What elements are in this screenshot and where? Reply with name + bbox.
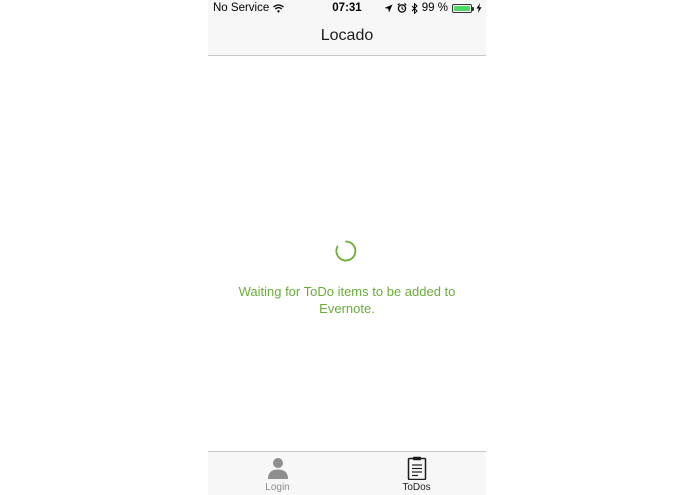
tab-bar: Login ToDos (208, 451, 486, 495)
bluetooth-icon (411, 2, 418, 14)
battery-icon (452, 3, 474, 13)
loading-spinner-icon (335, 240, 357, 262)
main-content: Waiting for ToDo items to be added to Ev… (208, 56, 486, 451)
waiting-message: Waiting for ToDo items to be added to Ev… (238, 284, 456, 316)
status-indicators: 99 % (384, 2, 482, 14)
clipboard-icon (407, 456, 426, 480)
tab-todos-label: ToDos (402, 482, 431, 493)
battery-percentage: 99 % (421, 2, 448, 14)
location-arrow-icon (384, 4, 393, 12)
status-bar: No Service 07:31 99 % (208, 0, 486, 18)
battery-level-fill (454, 5, 470, 11)
navigation-bar: No Service 07:31 99 % Locado (208, 0, 486, 56)
person-icon (267, 458, 288, 479)
tab-todos[interactable]: ToDos (347, 452, 486, 495)
app-screen: No Service 07:31 99 % Locado Waiting for… (208, 0, 486, 495)
tab-login-label: Login (265, 482, 290, 493)
page-title: Locado (320, 27, 374, 44)
tab-login[interactable]: Login (208, 452, 347, 495)
charging-bolt-icon (476, 3, 482, 13)
alarm-clock-icon (397, 3, 407, 13)
